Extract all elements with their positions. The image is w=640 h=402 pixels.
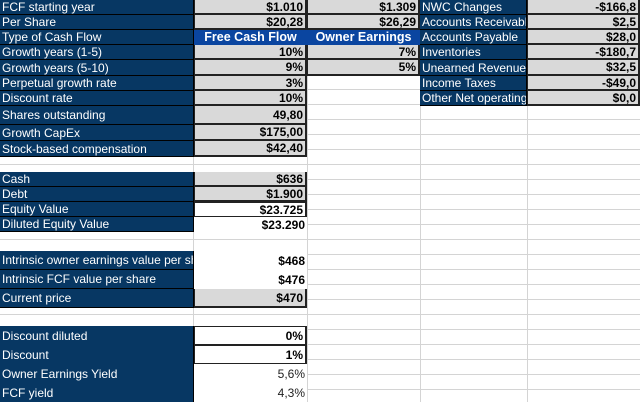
nwc-label: Income Taxes (420, 76, 527, 91)
row-label: Intrinsic owner earnings value per sh (0, 251, 194, 270)
row-label: Diluted Equity Value (0, 217, 194, 232)
fcf-value-cell[interactable]: Free Cash Flow (194, 30, 307, 45)
fcf-value-cell[interactable]: 9% (194, 60, 307, 76)
nwc-value-cell[interactable]: -$166,8 (527, 0, 640, 15)
fcf-value-cell[interactable]: 5,6% (194, 364, 307, 383)
row-label: Equity Value (0, 202, 194, 217)
row-label: Perpetual growth rate (0, 76, 194, 91)
fcf-value-cell[interactable]: $23.290 (194, 217, 307, 232)
fcf-value-cell[interactable]: 1% (194, 345, 307, 364)
row-label: Current price (0, 289, 194, 308)
row-label: Debt (0, 187, 194, 202)
fcf-value-cell[interactable]: 49,80 (194, 106, 307, 125)
row-label: FCF starting year (0, 0, 194, 15)
nwc-value-cell[interactable]: $0,0 (527, 91, 640, 106)
owner-earnings-value-cell[interactable]: $1.309 (307, 0, 420, 15)
row-label: Shares outstanding (0, 106, 194, 125)
nwc-label: Accounts Payable (420, 30, 527, 45)
fcf-value-cell[interactable]: 3% (194, 76, 307, 91)
fcf-value-cell[interactable]: $23.725 (194, 202, 307, 217)
row-label: Stock-based compensation (0, 141, 194, 157)
row-label: Type of Cash Flow (0, 30, 194, 45)
nwc-value-cell[interactable]: $2,5 (527, 15, 640, 30)
fcf-value-cell[interactable]: 10% (194, 45, 307, 60)
fcf-value-cell[interactable]: $476 (194, 270, 307, 289)
row-label: Discount (0, 345, 194, 364)
nwc-value-cell[interactable]: $32,5 (527, 60, 640, 76)
row-label: Growth years (5-10) (0, 60, 194, 76)
fcf-value-cell[interactable]: 4,3% (194, 383, 307, 402)
fcf-value-cell[interactable]: $468 (194, 251, 307, 270)
row-label: Discount diluted (0, 326, 194, 345)
fcf-value-cell[interactable]: $175,00 (194, 125, 307, 141)
fcf-value-cell[interactable]: $636 (194, 172, 307, 187)
nwc-label: Accounts Receivable (420, 15, 527, 30)
owner-earnings-value-cell[interactable]: $26,29 (307, 15, 420, 30)
nwc-value-cell[interactable]: -$49,0 (527, 76, 640, 91)
row-label: Intrinsic FCF value per share (0, 270, 194, 289)
nwc-value-cell[interactable]: -$180,7 (527, 45, 640, 60)
fcf-value-cell[interactable]: 10% (194, 91, 307, 106)
fcf-value-cell[interactable]: $20,28 (194, 15, 307, 30)
fcf-value-cell[interactable]: $470 (194, 289, 307, 308)
nwc-value-cell[interactable]: $28,0 (527, 30, 640, 45)
fcf-value-cell[interactable]: 0% (194, 326, 307, 345)
row-label: Per Share (0, 15, 194, 30)
fcf-value-cell[interactable]: $1.900 (194, 187, 307, 202)
row-label: FCF yield (0, 383, 194, 402)
fcf-value-cell[interactable]: $1.010 (194, 0, 307, 15)
row-label: Cash (0, 172, 194, 187)
owner-earnings-value-cell[interactable]: 7% (307, 45, 420, 60)
nwc-label: Unearned Revenues (420, 60, 527, 76)
row-label: Growth CapEx (0, 125, 194, 141)
nwc-label: Other Net operating (420, 91, 527, 106)
nwc-label: NWC Changes (420, 0, 527, 15)
row-label: Discount rate (0, 91, 194, 106)
owner-earnings-value-cell[interactable]: 5% (307, 60, 420, 76)
nwc-label: Inventories (420, 45, 527, 60)
fcf-value-cell[interactable]: $42,40 (194, 141, 307, 157)
row-label: Owner Earnings Yield (0, 364, 194, 383)
owner-earnings-value-cell[interactable]: Owner Earnings (307, 30, 420, 45)
row-label: Growth years (1-5) (0, 45, 194, 60)
